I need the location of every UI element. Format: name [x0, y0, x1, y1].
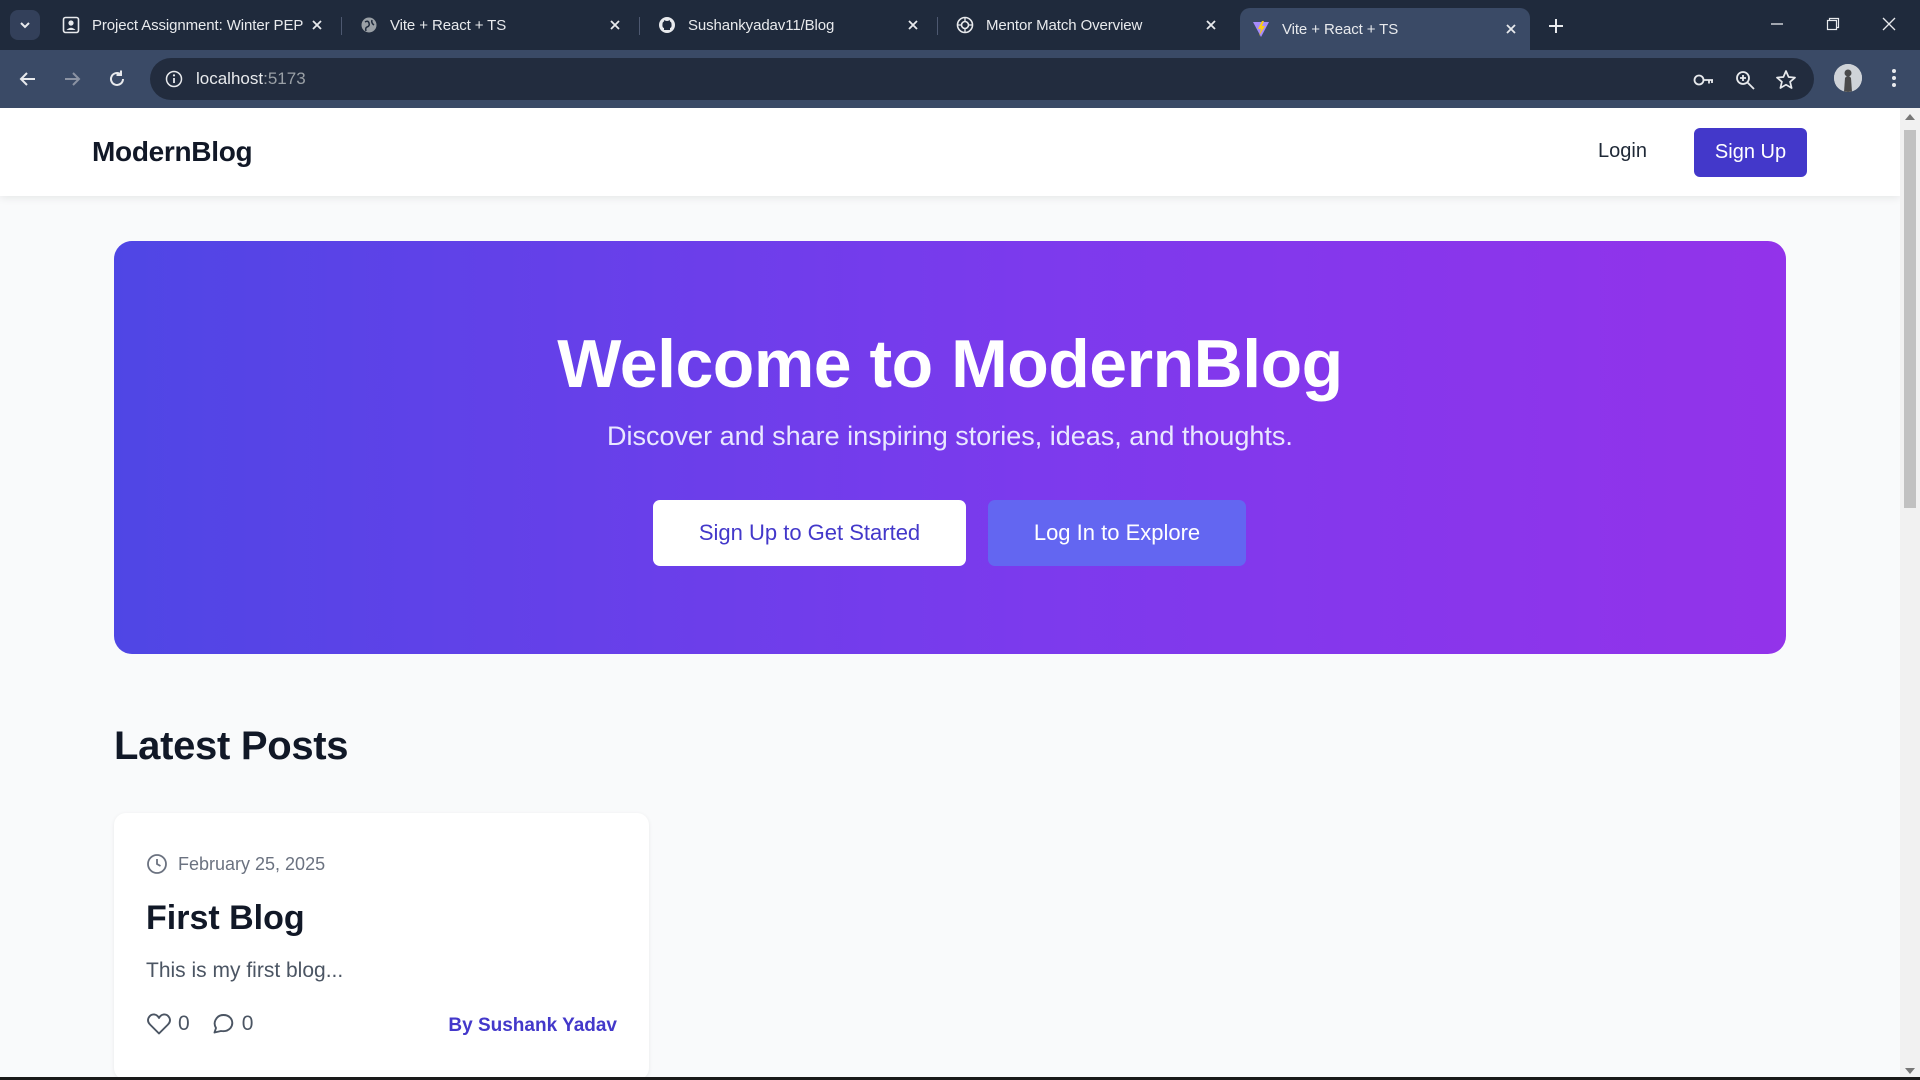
hero-banner: Welcome to ModernBlog Discover and share…: [114, 241, 1786, 654]
tab-divider: [639, 17, 640, 35]
browser-tab[interactable]: Vite + React + TS: [348, 8, 634, 42]
site-logo[interactable]: ModernBlog: [92, 136, 253, 168]
hero-title: Welcome to ModernBlog: [557, 326, 1343, 402]
tab-search-button[interactable]: [10, 10, 40, 40]
reload-icon: [110, 70, 124, 86]
close-icon: [1882, 17, 1896, 31]
chevron-down-icon: [20, 22, 30, 29]
info-icon[interactable]: [162, 67, 186, 91]
post-card[interactable]: February 25, 2025 First Blog This is my …: [114, 813, 649, 1080]
login-link[interactable]: Login: [1598, 140, 1647, 163]
scroll-up-arrow-icon[interactable]: [1905, 114, 1915, 120]
browser-tab-active[interactable]: Vite + React + TS: [1240, 8, 1530, 50]
browser-tab[interactable]: Project Assignment: Winter PEP: [50, 8, 336, 42]
browser-tab[interactable]: Sushankyadav11/Blog: [646, 8, 932, 42]
new-tab-button[interactable]: [1542, 12, 1570, 40]
zoom-icon[interactable]: [1732, 67, 1758, 93]
address-url: localhost:5173: [196, 69, 306, 89]
post-excerpt: This is my first blog...: [146, 959, 344, 982]
tab-title: Sushankyadav11/Blog: [688, 16, 835, 34]
url-port: :5173: [263, 69, 306, 88]
post-author[interactable]: By Sushank Yadav: [448, 1015, 617, 1037]
forward-button[interactable]: [56, 63, 88, 95]
tab-divider: [341, 17, 342, 35]
key-icon[interactable]: [1691, 67, 1717, 93]
close-icon[interactable]: [1498, 16, 1524, 42]
scroll-down-arrow-icon[interactable]: [1905, 1068, 1915, 1074]
account-box-icon: [62, 16, 80, 34]
post-date-row: February 25, 2025: [146, 853, 325, 875]
address-bar[interactable]: localhost:5173: [150, 58, 1814, 100]
comment-button[interactable]: 0: [210, 1011, 254, 1037]
tab-title: Mentor Match Overview: [986, 16, 1143, 34]
signup-button[interactable]: Sign Up: [1694, 128, 1807, 177]
page-scrollbar[interactable]: [1900, 108, 1920, 1080]
scrollbar-thumb[interactable]: [1904, 130, 1916, 508]
site-header: ModernBlog Login Sign Up: [0, 108, 1900, 196]
profile-avatar[interactable]: [1834, 64, 1862, 92]
hero-subtitle: Discover and share inspiring stories, id…: [607, 421, 1293, 451]
browser-toolbar: localhost:5173: [0, 50, 1920, 108]
close-icon[interactable]: [900, 12, 926, 38]
github-icon: [658, 16, 676, 34]
restore-button[interactable]: [1810, 6, 1856, 42]
heart-icon: [146, 1011, 172, 1037]
close-icon[interactable]: [1198, 12, 1224, 38]
star-icon[interactable]: [1773, 67, 1799, 93]
tab-divider: [937, 17, 938, 35]
tab-title: Vite + React + TS: [390, 16, 507, 34]
browser-tab-strip: Project Assignment: Winter PEP Vite + Re…: [0, 0, 1920, 50]
post-stats: 0 0: [146, 1011, 273, 1037]
comment-icon: [210, 1011, 236, 1037]
url-host: localhost: [196, 69, 264, 88]
signup-cta-button[interactable]: Sign Up to Get Started: [653, 500, 966, 566]
arrow-right-icon: [65, 72, 81, 86]
restore-icon: [1826, 17, 1840, 31]
browser-menu-button[interactable]: [1880, 64, 1908, 92]
tab-title: Vite + React + TS: [1282, 20, 1399, 38]
clock-icon: [146, 853, 168, 875]
browser-tab[interactable]: Mentor Match Overview: [944, 8, 1230, 42]
latest-posts-heading: Latest Posts: [114, 724, 349, 768]
plus-icon: [1549, 19, 1563, 33]
arrow-left-icon: [19, 72, 35, 86]
page-viewport: ModernBlog Login Sign Up Welcome to Mode…: [0, 108, 1920, 1080]
avatar-icon: [1834, 64, 1862, 92]
minimize-button[interactable]: [1754, 6, 1800, 42]
tab-title: Project Assignment: Winter PEP: [92, 16, 304, 34]
more-vertical-icon: [1892, 69, 1896, 87]
close-icon[interactable]: [602, 12, 628, 38]
like-button[interactable]: 0: [146, 1011, 190, 1037]
globe-icon: [360, 16, 378, 34]
minimize-icon: [1771, 23, 1783, 25]
post-title[interactable]: First Blog: [146, 899, 305, 938]
reload-button[interactable]: [101, 63, 133, 95]
login-cta-button[interactable]: Log In to Explore: [988, 500, 1246, 566]
post-date: February 25, 2025: [178, 853, 326, 874]
comment-count: 0: [241, 1012, 254, 1035]
openai-icon: [956, 16, 974, 34]
back-button[interactable]: [12, 63, 44, 95]
like-count: 0: [178, 1012, 190, 1035]
close-window-button[interactable]: [1866, 6, 1912, 42]
vite-icon: [1252, 20, 1270, 38]
close-icon[interactable]: [304, 12, 330, 38]
